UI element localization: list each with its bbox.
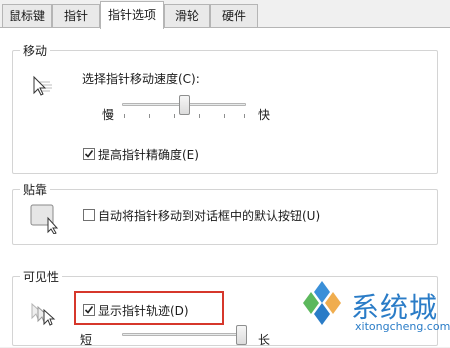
speed-tick [224,114,225,118]
highlight-box [74,291,224,325]
snap-to-button-icon [30,204,59,234]
tab-wheel[interactable]: 滑轮 [164,4,210,27]
tab-buttons[interactable]: 鼠标键 [2,4,52,27]
slow-label: 慢 [102,108,115,122]
visibility-group-title: 可见性 [20,268,63,285]
speed-tick [199,114,200,118]
snap-to-group-title: 贴靠 [20,181,51,198]
snap-to-checkbox[interactable] [83,209,95,221]
speed-tick [174,114,175,118]
trails-short-label: 短 [80,333,93,347]
tab-buttons-label: 鼠标键 [8,9,45,23]
tab-pointers[interactable]: 指针 [52,4,100,27]
trails-slider-track[interactable] [122,333,246,336]
trails-long-label: 长 [258,333,271,347]
tab-pointers-label: 指针 [63,9,88,23]
fast-label: 快 [258,108,271,122]
pointer-trails-icon [31,302,56,326]
speed-tick [244,114,245,118]
speed-slider-thumb[interactable] [179,95,190,115]
motion-group: 移动 [12,42,438,174]
watermark-logo-icon [303,281,341,325]
trails-slider-thumb[interactable] [236,325,247,345]
speed-label: 选择指针移动速度(C): [82,72,200,86]
precision-label: 提高指针精确度(E) [98,148,199,162]
tab-pointer-options-label: 指针选项 [107,8,156,22]
precision-checkbox[interactable] [83,148,95,160]
tab-hardware[interactable]: 硬件 [210,4,258,27]
speed-tick [149,114,150,118]
pointer-speed-icon [33,75,52,96]
motion-group-title: 移动 [20,42,51,59]
tab-bar: 鼠标键 指针 指针选项 滑轮 硬件 [0,0,450,29]
tab-pointer-options[interactable]: 指针选项 [100,1,164,29]
tab-wheel-label: 滑轮 [174,9,199,23]
snap-to-label: 自动将指针移动到对话框中的默认按钮(U) [98,209,321,223]
speed-tick [124,114,125,118]
watermark-url: xitongcheng.com [355,320,450,333]
checkmark-icon [84,150,94,158]
tab-hardware-label: 硬件 [221,9,246,23]
